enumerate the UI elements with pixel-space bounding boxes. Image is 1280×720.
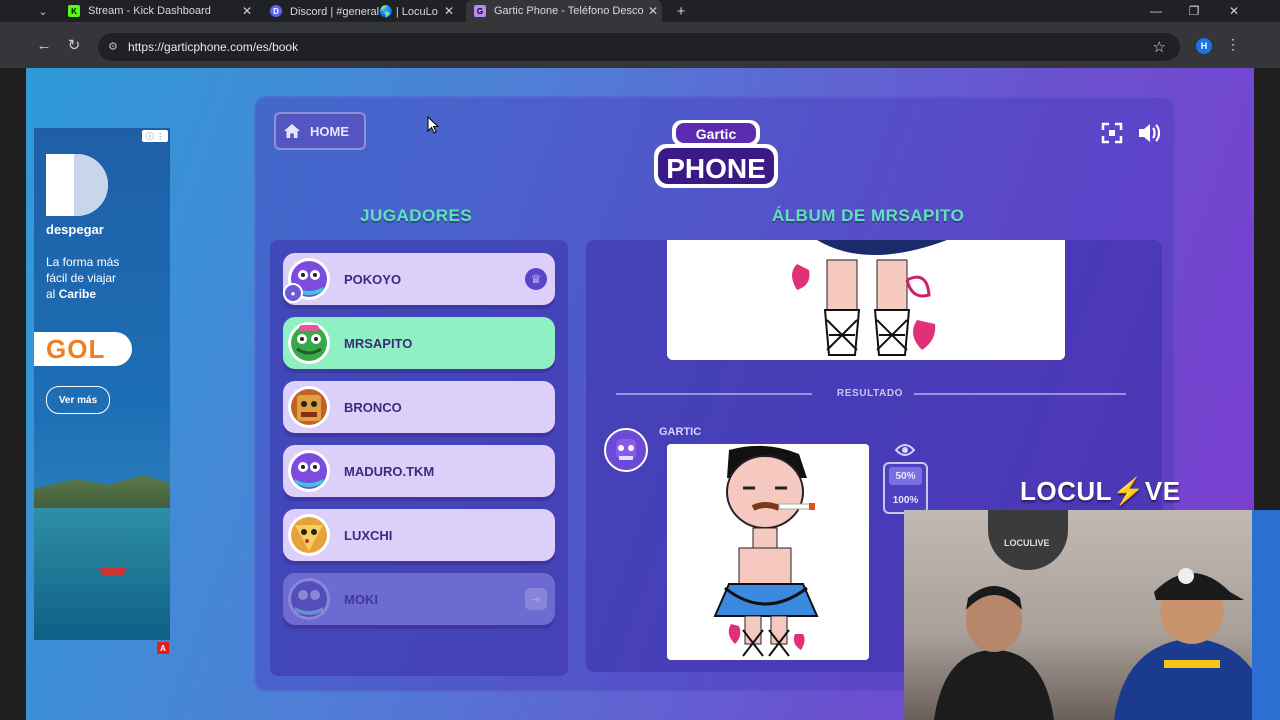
player-card-current[interactable]: MRSAPITO	[283, 317, 555, 369]
zoom-selector[interactable]: 50% 100%	[883, 462, 928, 514]
album-drawing-result[interactable]	[667, 444, 869, 660]
site-info-icon[interactable]: ⚙	[108, 40, 122, 54]
logo-text-b: VE	[1144, 476, 1181, 506]
home-icon	[284, 124, 300, 138]
result-divider	[616, 393, 812, 395]
player-avatar	[288, 386, 330, 428]
player-name: MADURO.TKM	[344, 464, 435, 479]
you-badge-icon: ●	[283, 283, 303, 303]
gol-logo: GOL	[34, 332, 132, 366]
tab-title: Gartic Phone - Teléfono Descon	[494, 5, 644, 17]
player-card-left[interactable]: MOKI ⇥	[283, 573, 555, 625]
album-drawing-previous	[667, 240, 1065, 360]
players-title: JUGADORES	[360, 206, 473, 225]
player-avatar	[288, 514, 330, 556]
close-tab-icon[interactable]: ✕	[238, 4, 256, 18]
streamer-person-left	[934, 586, 1054, 720]
new-tab-icon[interactable]: +	[672, 0, 690, 22]
browser-tab-bar: ⌄ K Stream - Kick Dashboard ✕ D Discord …	[0, 0, 1280, 22]
crown-icon: ♕	[525, 268, 547, 290]
player-card[interactable]: MADURO.TKM	[283, 445, 555, 497]
ad-tagline-line: fácil de viajar	[46, 271, 117, 285]
ad-tagline-line: al Caribe	[46, 286, 156, 302]
ad-banner[interactable]: ⓘ ⋮ despegar La forma más fácil de viaja…	[34, 128, 170, 640]
ad-tagline-prefix: al	[46, 287, 59, 301]
ad-tagline-bold: Caribe	[58, 287, 97, 301]
player-avatar	[288, 578, 330, 620]
webcam-feed: LOCULIVE	[904, 510, 1280, 720]
discord-favicon-icon: D	[270, 5, 282, 17]
ad-tagline: La forma más fácil de viajar al Caribe	[46, 254, 156, 302]
ad-boat-image	[100, 568, 126, 576]
despegar-logo-shade	[74, 154, 108, 216]
player-name: LUXCHI	[344, 528, 393, 543]
restore-icon[interactable]: ❐	[1174, 0, 1214, 22]
fullscreen-icon[interactable]	[1101, 122, 1123, 144]
left-game-icon: ⇥	[525, 588, 547, 610]
player-name: MOKI	[344, 592, 378, 607]
home-button[interactable]: HOME	[274, 112, 366, 150]
player-avatar	[288, 450, 330, 492]
wall-logo-text: LOCULIVE	[1004, 538, 1050, 548]
player-card[interactable]: LUXCHI	[283, 509, 555, 561]
player-name: POKOYO	[344, 272, 402, 287]
player-name: BRONCO	[344, 400, 402, 415]
zoom-option-100[interactable]: 100%	[889, 491, 922, 509]
browser-tab[interactable]: K Stream - Kick Dashboard ✕	[60, 0, 256, 22]
browser-menu-icon[interactable]: ⋮	[1226, 36, 1240, 53]
back-arrow-icon[interactable]: ←	[33, 34, 55, 56]
reload-icon[interactable]: ↻	[63, 34, 85, 56]
ad-brand: despegar	[46, 222, 104, 237]
adchoices-icon[interactable]: A	[157, 642, 169, 654]
player-card[interactable]: BRONCO	[283, 381, 555, 433]
tab-title: Discord | #general🌎 | LocuLo	[290, 5, 438, 18]
gartic-favicon-icon: G	[474, 5, 486, 17]
eye-icon[interactable]	[895, 442, 915, 458]
gartic-phone-logo: Gartic PHONE	[654, 120, 778, 188]
ad-mountain-image	[34, 475, 170, 513]
mouse-cursor-icon	[427, 116, 439, 134]
tab-search-chevron-icon[interactable]: ⌄	[32, 0, 54, 22]
result-label: RESULTADO	[836, 388, 904, 399]
browser-tab-active[interactable]: G Gartic Phone - Teléfono Descon ✕	[466, 0, 662, 22]
address-bar[interactable]: ⚙ https://garticphone.com/es/book ☆	[98, 33, 1180, 61]
close-tab-icon[interactable]: ✕	[440, 4, 458, 18]
result-divider	[914, 393, 1126, 395]
player-avatar	[288, 322, 330, 364]
tab-title: Stream - Kick Dashboard	[88, 5, 211, 17]
ad-info-icon[interactable]: ⓘ ⋮	[142, 130, 168, 142]
kick-favicon-icon: K	[68, 5, 80, 17]
stream-channel-logo: LOCUL⚡VE	[1020, 476, 1181, 507]
minimize-icon[interactable]: —	[1136, 0, 1176, 22]
volume-icon[interactable]	[1137, 122, 1161, 144]
lightning-icon: ⚡	[1112, 476, 1145, 506]
close-tab-icon[interactable]: ✕	[644, 4, 662, 18]
url-text: https://garticphone.com/es/book	[128, 40, 299, 54]
home-label: HOME	[310, 123, 349, 139]
webcam-side-strip	[1252, 510, 1280, 720]
ad-cta-button[interactable]: Ver más	[46, 386, 110, 414]
bookmark-star-icon[interactable]: ☆	[1153, 38, 1166, 56]
logo-text-a: LOCUL	[1020, 476, 1113, 506]
gartic-bot-avatar	[604, 428, 648, 472]
ad-tagline-line: La forma más	[46, 255, 120, 269]
logo-main-text: PHONE	[666, 153, 766, 184]
player-name: MRSAPITO	[344, 336, 413, 351]
album-title: ÁLBUM DE MRSAPITO	[772, 206, 965, 225]
browser-tab[interactable]: D Discord | #general🌎 | LocuLo ✕	[262, 0, 458, 22]
player-card[interactable]: ● POKOYO ♕	[283, 253, 555, 305]
profile-avatar[interactable]: H	[1196, 38, 1212, 54]
close-window-icon[interactable]: ✕	[1214, 0, 1254, 22]
result-author: GARTIC	[659, 426, 702, 438]
zoom-option-50[interactable]: 50%	[889, 467, 922, 485]
logo-top-text: Gartic	[696, 126, 737, 142]
